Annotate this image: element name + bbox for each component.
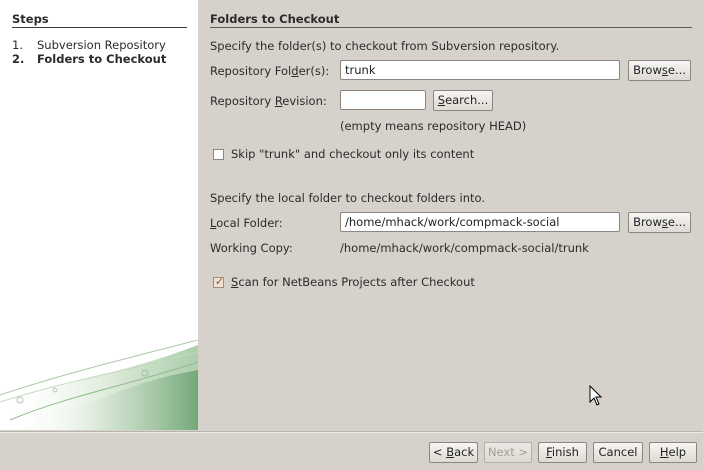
checkmark-icon: ✓ <box>214 275 225 288</box>
working-copy-value: /home/mhack/work/compmack-social/trunk <box>340 241 589 255</box>
repository-revision-input[interactable] <box>340 90 426 110</box>
step-number: 2. <box>12 52 25 66</box>
step-label: Folders to Checkout <box>37 52 167 66</box>
finish-button[interactable]: Finish <box>538 442 587 463</box>
local-folder-label: Local Folder: <box>210 216 283 230</box>
repository-folder-label: Repository Folder(s): <box>210 64 330 78</box>
mouse-cursor-icon <box>589 385 603 406</box>
intro-text: Specify the folder(s) to checkout from S… <box>210 39 560 53</box>
steps-panel: Steps 1. Subversion Repository 2. Folders … <box>0 0 198 430</box>
cancel-button[interactable]: Cancel <box>593 442 643 463</box>
local-browse-button[interactable]: Browse... <box>628 212 691 233</box>
scan-netbeans-label[interactable]: Scan for NetBeans Projects after Checkou… <box>231 275 475 289</box>
working-copy-label: Working Copy: <box>210 241 293 255</box>
search-revision-button[interactable]: Search... <box>433 90 493 111</box>
skip-trunk-checkbox[interactable] <box>213 149 224 160</box>
page-title: Folders to Checkout <box>210 12 692 28</box>
back-button[interactable]: < Back <box>429 442 478 463</box>
decorative-swoosh-graphic <box>0 340 198 430</box>
help-button[interactable]: Help <box>649 442 697 463</box>
scan-netbeans-checkbox[interactable]: ✓ <box>213 275 225 288</box>
footer-divider-highlight <box>0 432 703 433</box>
repository-folder-input[interactable]: trunk <box>340 60 620 80</box>
next-button[interactable]: Next > <box>484 442 532 463</box>
local-folder-input[interactable]: /home/mhack/work/compmack-social <box>340 212 620 232</box>
repository-revision-label: Repository Revision: <box>210 94 327 108</box>
step-label: Subversion Repository <box>37 38 166 52</box>
repository-browse-button[interactable]: Browse... <box>628 60 691 81</box>
local-intro-text: Specify the local folder to checkout fol… <box>210 191 485 205</box>
step-folders-to-checkout: 2. Folders to Checkout <box>12 52 166 66</box>
steps-title: Steps <box>12 12 187 28</box>
step-subversion-repository: 1. Subversion Repository <box>12 38 166 52</box>
skip-trunk-label[interactable]: Skip "trunk" and checkout only its conte… <box>231 147 474 161</box>
step-number: 1. <box>12 38 23 52</box>
revision-hint-text: (empty means repository HEAD) <box>340 119 527 133</box>
